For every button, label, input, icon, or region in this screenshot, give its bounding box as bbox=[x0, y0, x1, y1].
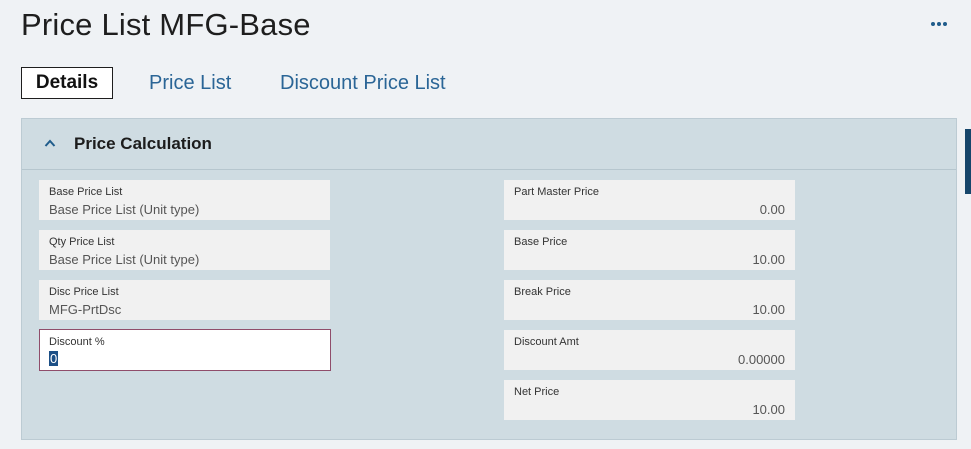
discount-percent-input[interactable]: Discount % 0 bbox=[39, 329, 331, 371]
field-net-price: Net Price 10.00 bbox=[504, 380, 795, 420]
more-horizontal-icon bbox=[931, 22, 935, 26]
field-discount-amt: Discount Amt 0.00000 bbox=[504, 330, 795, 370]
field-base-price: Base Price 10.00 bbox=[504, 230, 795, 270]
tab-discount-price-list[interactable]: Discount Price List bbox=[280, 67, 446, 99]
field-value: 10.00 bbox=[752, 252, 785, 267]
field-qty-price-list[interactable]: Qty Price List Base Price List (Unit typ… bbox=[39, 230, 330, 270]
field-label: Disc Price List bbox=[49, 286, 119, 298]
page-title: Price List MFG-Base bbox=[21, 7, 311, 42]
more-options-button[interactable] bbox=[928, 14, 950, 34]
field-value: 0.00000 bbox=[738, 352, 785, 367]
field-value: Base Price List (Unit type) bbox=[49, 202, 200, 217]
selected-text: 0 bbox=[49, 351, 59, 366]
field-label: Part Master Price bbox=[514, 186, 599, 198]
field-value: 10.00 bbox=[752, 402, 785, 417]
panel-title: Price Calculation bbox=[74, 134, 212, 153]
more-horizontal-icon-dot bbox=[937, 22, 941, 26]
field-value: 10.00 bbox=[752, 302, 785, 317]
field-label: Break Price bbox=[514, 286, 571, 298]
page: Price List MFG-Base Details Price List D… bbox=[0, 0, 971, 449]
field-label: Base Price List bbox=[49, 186, 123, 198]
field-base-price-list[interactable]: Base Price List Base Price List (Unit ty… bbox=[39, 180, 330, 220]
price-calculation-panel: Price Calculation Base Price List Base P… bbox=[21, 118, 957, 440]
field-value: 0.00 bbox=[759, 202, 785, 217]
field-value: MFG-PrtDsc bbox=[49, 302, 122, 317]
tab-details[interactable]: Details bbox=[21, 67, 113, 99]
field-label: Net Price bbox=[514, 386, 560, 398]
field-label: Discount % bbox=[49, 336, 105, 348]
panel-header[interactable]: Price Calculation bbox=[22, 119, 956, 170]
field-value: Base Price List (Unit type) bbox=[49, 252, 200, 267]
field-label: Base Price bbox=[514, 236, 568, 248]
field-label: Qty Price List bbox=[49, 236, 115, 248]
field-part-master-price: Part Master Price 0.00 bbox=[504, 180, 795, 220]
field-label: Discount Amt bbox=[514, 336, 579, 348]
field-disc-price-list[interactable]: Disc Price List MFG-PrtDsc bbox=[39, 280, 330, 320]
field-value: 0 bbox=[49, 351, 59, 366]
side-panel-handle[interactable] bbox=[965, 129, 971, 194]
field-break-price: Break Price 10.00 bbox=[504, 280, 795, 320]
tab-price-list[interactable]: Price List bbox=[149, 67, 231, 99]
chevron-up-icon bbox=[44, 139, 56, 147]
more-horizontal-icon-dot bbox=[943, 22, 947, 26]
